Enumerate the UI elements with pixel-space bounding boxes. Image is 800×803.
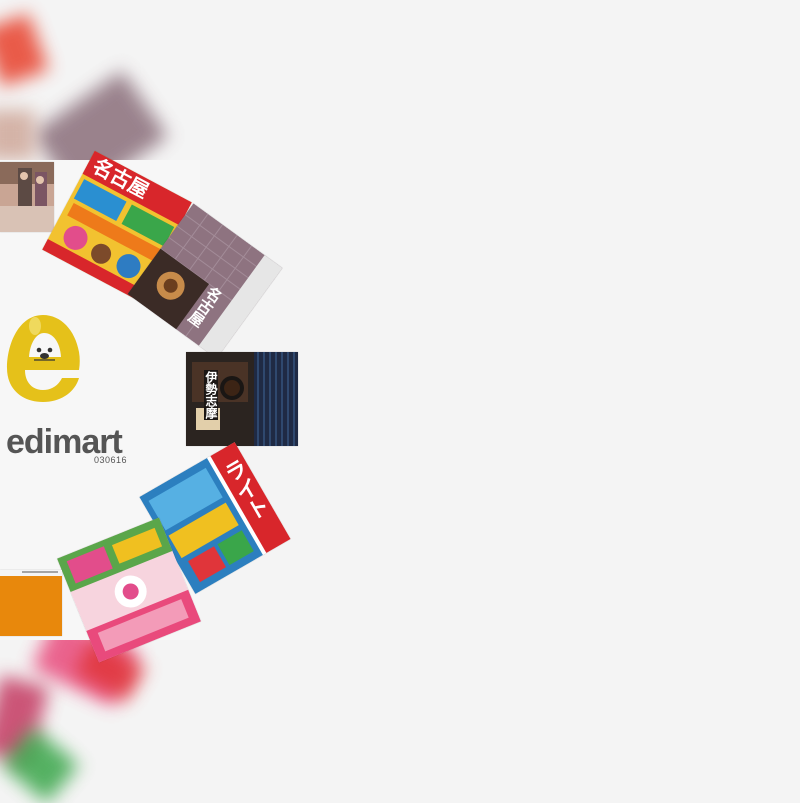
blurred-cover-top-left (0, 110, 35, 160)
orange-catalog-art (0, 570, 62, 636)
ise-shima-art (186, 352, 298, 446)
edimart-logo[interactable]: edimart 030616 (4, 312, 127, 465)
interior-photo-image (0, 162, 54, 232)
cover-orange-catalog[interactable] (0, 570, 62, 636)
cover-interior-photo[interactable] (0, 162, 54, 232)
cover-ise-shima[interactable]: 伊勢志摩 (186, 352, 298, 446)
brand-code: 030616 (94, 455, 128, 465)
brand-wordmark: edimart (6, 423, 123, 461)
egg-logo-icon (7, 315, 80, 402)
ise-shima-title: 伊勢志摩 (204, 370, 218, 420)
